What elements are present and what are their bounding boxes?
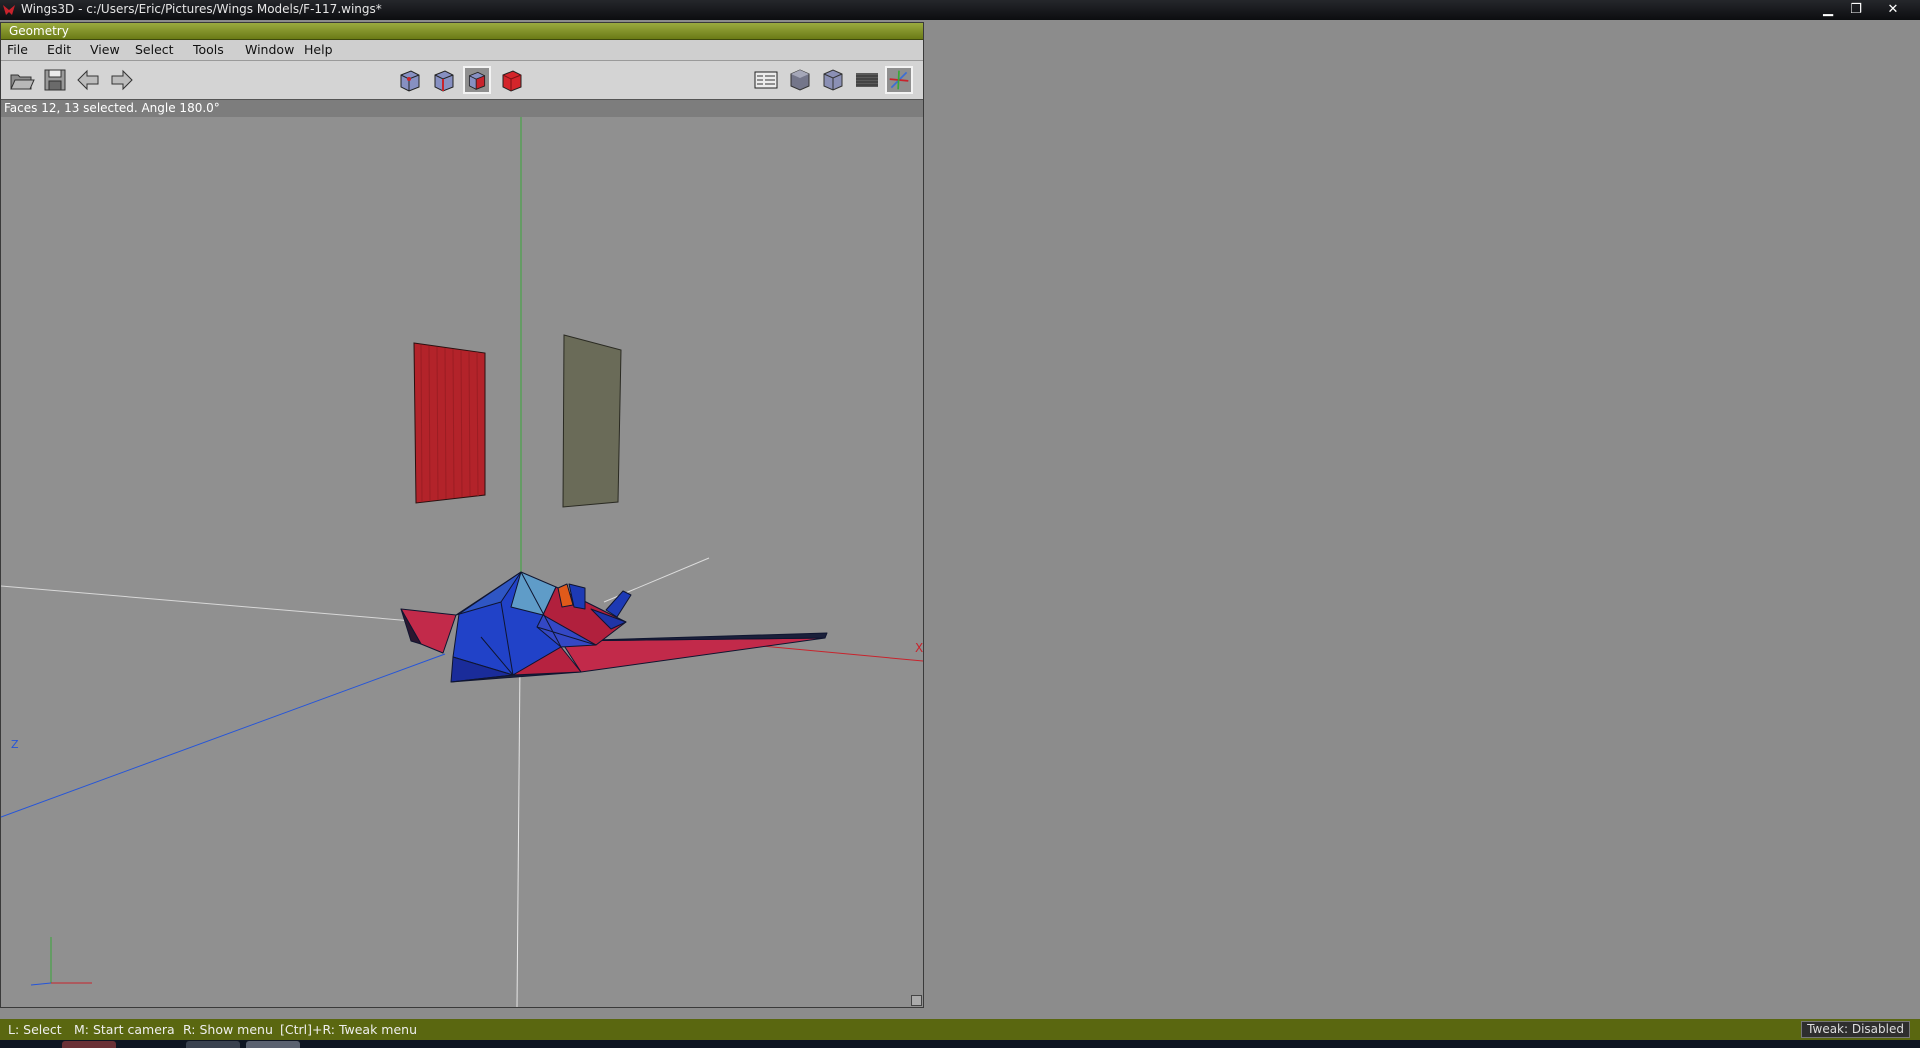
open-folder-icon xyxy=(10,74,35,90)
os-taskbar xyxy=(0,1040,1920,1048)
status-bar: L: Select M: Start camera R: Show menu [… xyxy=(0,1019,1920,1040)
menu-window[interactable]: Window xyxy=(245,42,294,57)
menu-tools[interactable]: Tools xyxy=(193,42,224,57)
hint-right-click: R: Show menu xyxy=(183,1022,273,1037)
redo-arrow-icon xyxy=(111,69,133,91)
edge-mode-icon xyxy=(434,70,454,92)
wings3d-logo-icon xyxy=(3,5,15,15)
x-axis-line xyxy=(750,644,923,662)
outliner-icon xyxy=(754,71,778,89)
body-mode-button[interactable] xyxy=(498,66,526,94)
ground-grid-button[interactable] xyxy=(853,66,881,94)
geometry-window-title: Geometry xyxy=(9,24,69,38)
axis-gizmo xyxy=(30,937,92,986)
save-button[interactable] xyxy=(41,66,69,94)
menu-help[interactable]: Help xyxy=(304,42,333,57)
undo-button[interactable] xyxy=(74,66,102,94)
face-mode-button[interactable] xyxy=(463,66,491,94)
taskbar-item[interactable] xyxy=(186,1041,240,1048)
ground-grid-icon xyxy=(856,73,878,87)
vertex-mode-icon xyxy=(400,70,420,92)
close-button[interactable]: ✕ xyxy=(1883,2,1903,18)
smooth-shading-icon xyxy=(790,69,810,91)
red-reference-plane[interactable] xyxy=(413,342,486,504)
hint-middle-click: M: Start camera xyxy=(74,1022,175,1037)
save-disk-icon xyxy=(44,69,66,91)
x-axis-label: X xyxy=(915,641,923,655)
taskbar-item[interactable] xyxy=(246,1041,300,1048)
selection-info-text: Faces 12, 13 selected. Angle 180.0° xyxy=(4,101,220,115)
undo-arrow-icon xyxy=(77,69,99,91)
resize-handle[interactable] xyxy=(911,995,922,1006)
scene: X Z xyxy=(1,117,923,1007)
menu-file[interactable]: File xyxy=(7,42,28,57)
menu-view[interactable]: View xyxy=(90,42,120,57)
menu-bar: File Edit View Select Tools Window Help xyxy=(1,40,923,61)
info-line: Faces 12, 13 selected. Angle 180.0° xyxy=(1,100,923,117)
restore-button[interactable]: ❐ xyxy=(1846,2,1866,18)
tweak-status-badge[interactable]: Tweak: Disabled xyxy=(1801,1021,1910,1038)
grid-line xyxy=(1,585,437,624)
flat-cube-icon xyxy=(823,69,843,91)
gray-reference-plane[interactable] xyxy=(562,334,622,508)
axes-button[interactable] xyxy=(885,66,913,94)
smooth-shading-button[interactable] xyxy=(786,66,814,94)
hint-left-click: L: Select xyxy=(8,1022,62,1037)
minimize-button[interactable]: ▁ xyxy=(1818,2,1838,18)
flat-shading-button[interactable] xyxy=(819,66,847,94)
taskbar-item[interactable] xyxy=(62,1041,116,1048)
window-title: Wings3D - c:/Users/Eric/Pictures/Wings M… xyxy=(21,2,382,16)
title-bar: Wings3D - c:/Users/Eric/Pictures/Wings M… xyxy=(0,0,1920,20)
z-axis-line xyxy=(1,653,446,818)
geometry-window-header[interactable]: Geometry xyxy=(1,23,923,40)
vertex-mode-button[interactable] xyxy=(396,66,424,94)
edge-mode-button[interactable] xyxy=(430,66,458,94)
face-mode-icon xyxy=(468,71,486,90)
y-axis-negative-line xyxy=(516,661,521,1007)
redo-button[interactable] xyxy=(108,66,136,94)
3d-viewport[interactable]: X Z xyxy=(1,117,923,1007)
f117-model[interactable] xyxy=(400,571,828,683)
axes-icon xyxy=(889,70,909,90)
body-mode-icon xyxy=(502,70,522,92)
open-button[interactable] xyxy=(8,66,36,94)
geometry-window: Geometry File Edit View Select Tools Win… xyxy=(0,22,924,1008)
outliner-button[interactable] xyxy=(752,66,780,94)
menu-edit[interactable]: Edit xyxy=(47,42,71,57)
z-axis-label: Z xyxy=(11,738,19,751)
hint-ctrl-right-click: [Ctrl]+R: Tweak menu xyxy=(280,1022,418,1037)
toolbar xyxy=(1,61,923,100)
menu-select[interactable]: Select xyxy=(135,42,174,57)
